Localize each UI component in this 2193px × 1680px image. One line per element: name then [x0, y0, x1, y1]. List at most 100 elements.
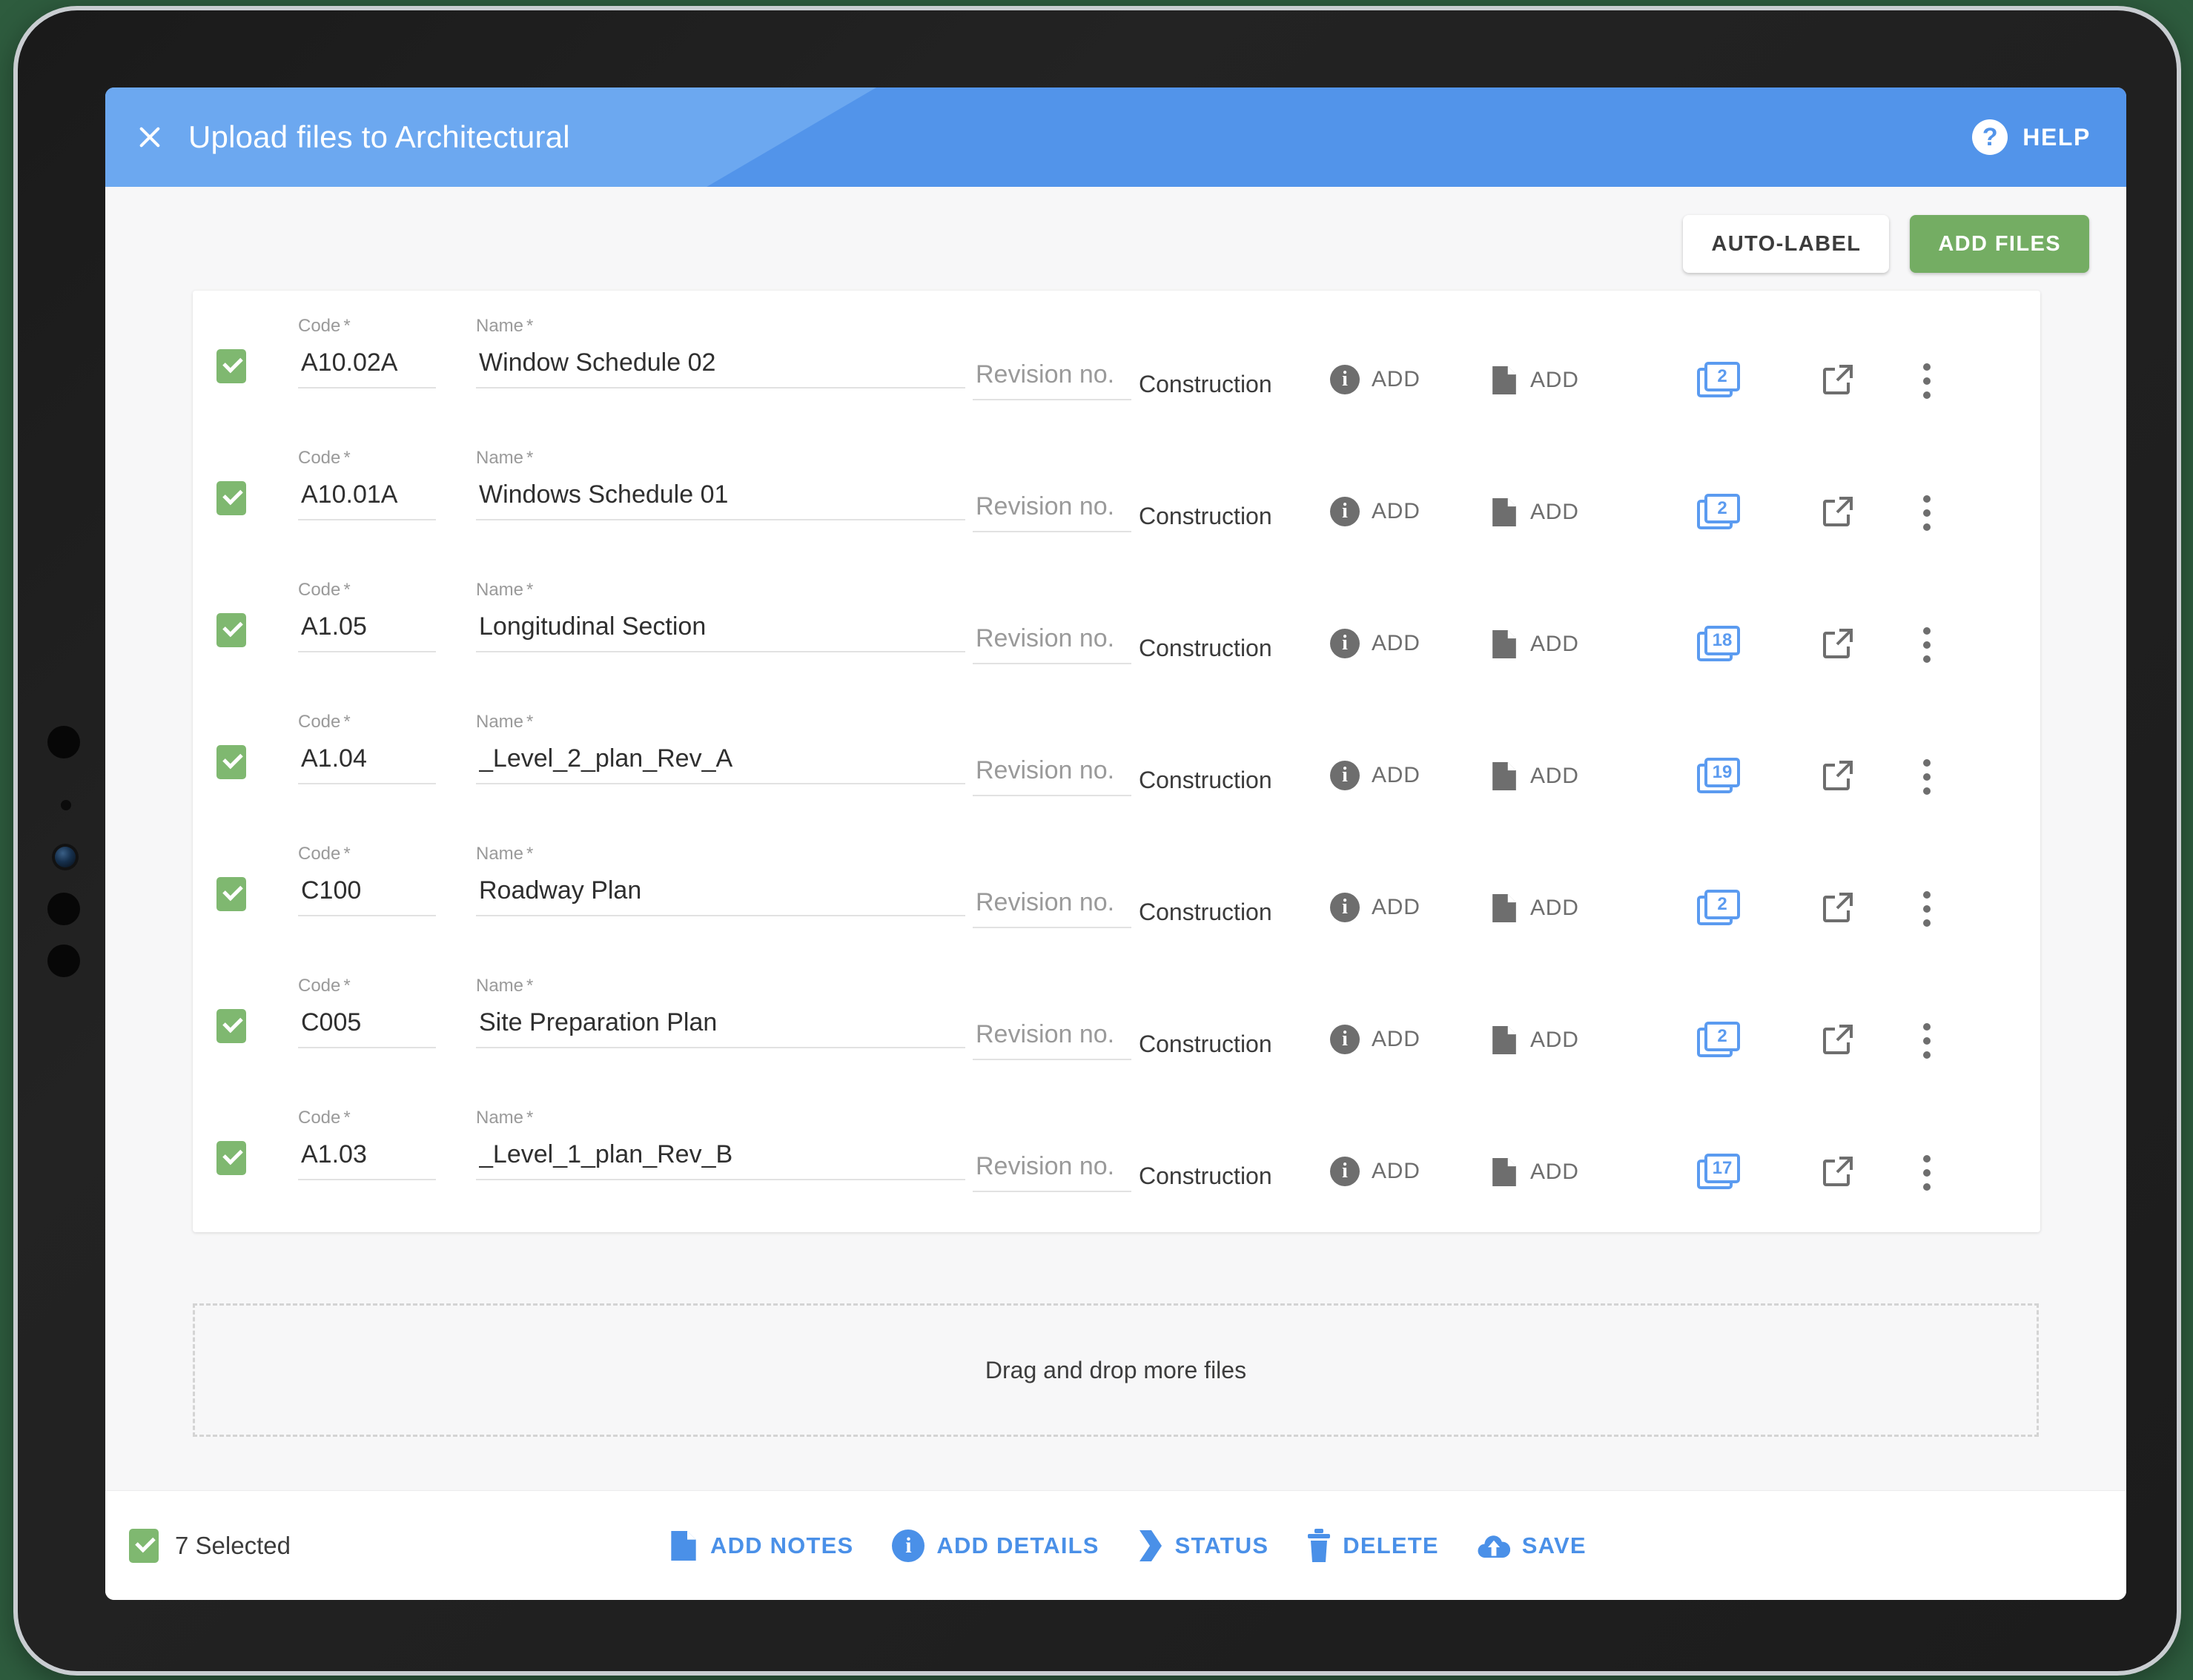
- page-count-cell[interactable]: 18: [1650, 555, 1787, 663]
- save-button[interactable]: SAVE: [1478, 1531, 1587, 1561]
- code-input[interactable]: [298, 1001, 436, 1048]
- add-files-button[interactable]: ADD FILES: [1910, 215, 2089, 273]
- selected-count-label: 7 Selected: [175, 1531, 291, 1559]
- page-count-cell[interactable]: 2: [1650, 291, 1787, 399]
- row-menu-cell[interactable]: [1889, 950, 1966, 1059]
- add-notes-label: ADD: [1530, 500, 1579, 524]
- row-checkbox[interactable]: [216, 877, 246, 911]
- name-field-label: Name *: [476, 580, 534, 600]
- row-select-cell: [193, 423, 270, 515]
- add-details-cell[interactable]: i ADD: [1330, 687, 1490, 790]
- open-in-new-cell[interactable]: [1787, 1082, 1889, 1193]
- close-icon[interactable]: [133, 121, 166, 153]
- revision-input[interactable]: [973, 485, 1131, 532]
- add-notes-label: ADD: [1530, 896, 1579, 920]
- add-notes-cell[interactable]: ADD: [1490, 950, 1650, 1056]
- status-cell[interactable]: Construction: [1131, 1082, 1330, 1190]
- revision-input[interactable]: [973, 353, 1131, 400]
- add-notes-cell[interactable]: ADD: [1490, 818, 1650, 924]
- revision-input[interactable]: [973, 749, 1131, 796]
- more-vertical-icon: [1923, 1023, 1932, 1059]
- open-in-new-cell[interactable]: [1787, 555, 1889, 665]
- page-count-cell[interactable]: 2: [1650, 423, 1787, 531]
- add-notes-cell[interactable]: ADD: [1490, 291, 1650, 396]
- code-input[interactable]: [298, 341, 436, 388]
- row-menu-cell[interactable]: [1889, 423, 1966, 531]
- status-cell[interactable]: Construction: [1131, 818, 1330, 926]
- bottom-action-bar: 7 Selected ADD NOTES i ADD DETAILS STATU…: [105, 1490, 2126, 1600]
- add-details-cell[interactable]: i ADD: [1330, 291, 1490, 394]
- open-in-new-cell[interactable]: [1787, 291, 1889, 401]
- open-in-new-cell[interactable]: [1787, 950, 1889, 1061]
- help-button[interactable]: ? HELP: [1972, 87, 2091, 187]
- revision-input[interactable]: [973, 617, 1131, 664]
- add-notes-cell[interactable]: ADD: [1490, 1082, 1650, 1188]
- select-all-checkbox[interactable]: [129, 1528, 159, 1563]
- code-field-label: Code *: [298, 580, 351, 600]
- table-row: Code* Name* Constructioni ADD ADD 2: [193, 818, 2040, 950]
- auto-label-button[interactable]: AUTO-LABEL: [1683, 215, 1890, 273]
- revision-input[interactable]: [973, 1145, 1131, 1192]
- page-count-cell[interactable]: 2: [1650, 950, 1787, 1059]
- code-input[interactable]: [298, 737, 436, 784]
- row-menu-cell[interactable]: [1889, 1082, 1966, 1191]
- dialog-header: Upload files to Architectural ? HELP: [105, 87, 2126, 187]
- row-menu-cell[interactable]: [1889, 291, 1966, 399]
- row-menu-cell[interactable]: [1889, 687, 1966, 795]
- row-checkbox[interactable]: [216, 1009, 246, 1043]
- name-field-group: Name *: [476, 291, 965, 388]
- name-input[interactable]: [476, 737, 965, 784]
- status-cell[interactable]: Construction: [1131, 423, 1330, 530]
- note-icon: [1490, 1157, 1518, 1188]
- add-notes-cell[interactable]: ADD: [1490, 555, 1650, 660]
- more-vertical-icon: [1923, 363, 1932, 399]
- row-checkbox[interactable]: [216, 1141, 246, 1175]
- status-cell[interactable]: Construction: [1131, 291, 1330, 398]
- add-details-button[interactable]: i ADD DETAILS: [892, 1529, 1099, 1562]
- add-details-cell[interactable]: i ADD: [1330, 1082, 1490, 1186]
- add-details-cell[interactable]: i ADD: [1330, 950, 1490, 1054]
- row-select-cell: [193, 1082, 270, 1175]
- code-input[interactable]: [298, 473, 436, 520]
- open-in-new-cell[interactable]: [1787, 423, 1889, 533]
- pages-stack-icon: 18: [1697, 626, 1740, 663]
- delete-button[interactable]: DELETE: [1307, 1528, 1439, 1563]
- code-field-label: Code *: [298, 976, 351, 996]
- row-checkbox[interactable]: [216, 745, 246, 779]
- open-in-new-cell[interactable]: [1787, 687, 1889, 797]
- add-details-cell[interactable]: i ADD: [1330, 818, 1490, 922]
- name-input[interactable]: [476, 1133, 965, 1180]
- status-cell[interactable]: Construction: [1131, 950, 1330, 1058]
- row-checkbox[interactable]: [216, 613, 246, 647]
- revision-input[interactable]: [973, 1013, 1131, 1060]
- name-input[interactable]: [476, 605, 965, 652]
- page-count-cell[interactable]: 2: [1650, 818, 1787, 927]
- add-details-cell[interactable]: i ADD: [1330, 423, 1490, 526]
- code-input[interactable]: [298, 605, 436, 652]
- name-input[interactable]: [476, 341, 965, 388]
- row-menu-cell[interactable]: [1889, 818, 1966, 927]
- name-input[interactable]: [476, 1001, 965, 1048]
- name-input[interactable]: [476, 473, 965, 520]
- revision-input[interactable]: [973, 881, 1131, 928]
- row-menu-cell[interactable]: [1889, 555, 1966, 663]
- page-count-cell[interactable]: 17: [1650, 1082, 1787, 1191]
- add-details-label: ADD: [1372, 1027, 1420, 1051]
- page-count-cell[interactable]: 19: [1650, 687, 1787, 795]
- status-button[interactable]: STATUS: [1138, 1529, 1269, 1563]
- file-dropzone[interactable]: Drag and drop more files: [193, 1303, 2039, 1437]
- add-notes-button[interactable]: ADD NOTES: [669, 1529, 853, 1562]
- row-checkbox[interactable]: [216, 349, 246, 383]
- add-details-cell[interactable]: i ADD: [1330, 555, 1490, 658]
- code-input[interactable]: [298, 1133, 436, 1180]
- add-notes-cell[interactable]: ADD: [1490, 423, 1650, 528]
- open-in-new-cell[interactable]: [1787, 818, 1889, 929]
- info-circle-icon: i: [1330, 1157, 1360, 1186]
- row-checkbox[interactable]: [216, 481, 246, 515]
- name-input[interactable]: [476, 869, 965, 916]
- status-cell[interactable]: Construction: [1131, 555, 1330, 662]
- add-notes-cell[interactable]: ADD: [1490, 687, 1650, 792]
- upload-dialog: Upload files to Architectural ? HELP AUT…: [105, 87, 2126, 1600]
- status-cell[interactable]: Construction: [1131, 687, 1330, 794]
- code-input[interactable]: [298, 869, 436, 916]
